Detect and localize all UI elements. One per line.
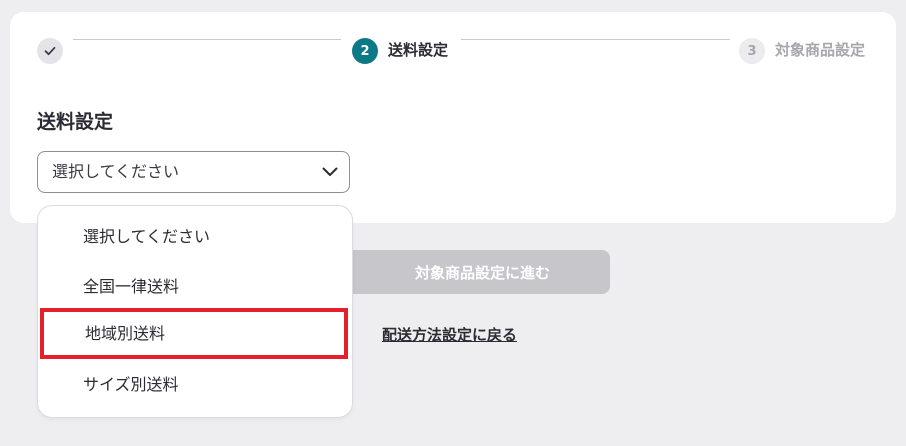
check-icon xyxy=(44,46,56,56)
step-2-active: 2 xyxy=(352,38,378,64)
option-size-rate[interactable]: サイズ別送料 xyxy=(38,360,352,410)
step-3-label: 対象商品設定 xyxy=(775,41,866,59)
shipping-type-select[interactable]: 選択してください xyxy=(37,151,350,193)
select-dropdown-menu: 選択してください 全国一律送料 地域別送料 サイズ別送料 xyxy=(38,206,352,417)
step-3-number: 3 xyxy=(747,43,757,59)
option-label: 全国一律送料 xyxy=(83,277,180,296)
section-title: 送料設定 xyxy=(37,111,114,133)
option-flat-rate[interactable]: 全国一律送料 xyxy=(38,262,352,312)
select-value: 選択してください xyxy=(52,162,180,181)
step-connector-2 xyxy=(461,39,730,40)
next-button-label: 対象商品設定に進む xyxy=(414,263,550,282)
step-3-upcoming: 3 xyxy=(739,38,765,64)
option-select-prompt[interactable]: 選択してください xyxy=(38,212,352,262)
step-2-label: 送料設定 xyxy=(388,41,449,59)
option-label: 地域別送料 xyxy=(85,324,166,343)
step-connector-1 xyxy=(73,39,341,40)
step-2-number: 2 xyxy=(360,43,370,59)
option-regional-rate[interactable]: 地域別送料 xyxy=(40,308,348,359)
step-1-complete xyxy=(37,38,63,64)
option-label: 選択してください xyxy=(83,227,211,246)
next-to-products-button[interactable]: 対象商品設定に進む xyxy=(351,250,610,294)
option-label: サイズ別送料 xyxy=(83,375,179,394)
chevron-down-icon xyxy=(322,167,338,176)
back-to-delivery-link[interactable]: 配送方法設定に戻る xyxy=(382,325,517,345)
